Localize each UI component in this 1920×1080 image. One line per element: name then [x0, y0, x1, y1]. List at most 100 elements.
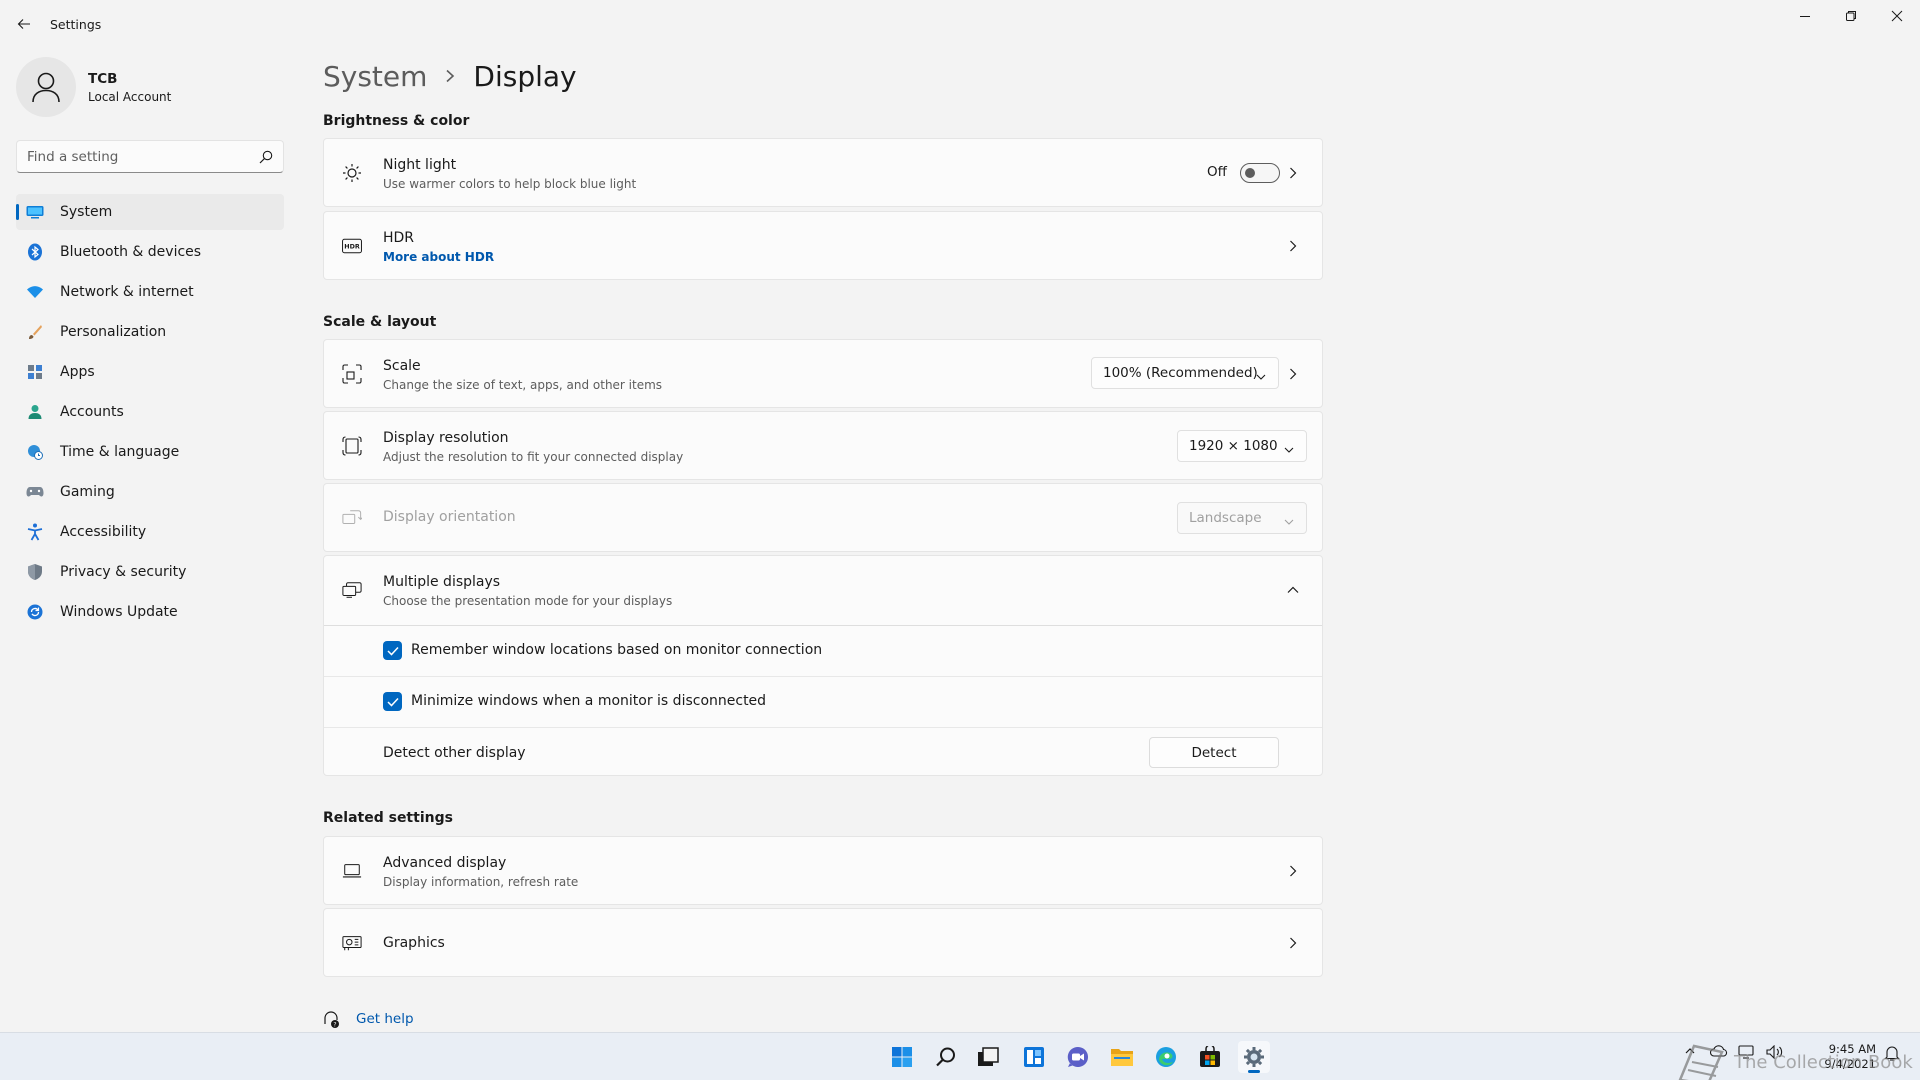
sidebar-item-label: Gaming [60, 484, 115, 500]
laptop-icon [342, 861, 362, 881]
brush-icon [26, 323, 44, 341]
chevron-right-icon[interactable] [1286, 239, 1300, 253]
remember-locations-row: Remember window locations based on monit… [324, 626, 1322, 676]
brightness-icon [342, 163, 362, 183]
edge-icon[interactable] [1150, 1041, 1182, 1073]
sidebar-item-windows-update[interactable]: Windows Update [16, 594, 284, 630]
user-profile[interactable]: TCB Local Account [16, 57, 286, 121]
sidebar-nav: System Bluetooth & devices Network & int… [16, 194, 284, 634]
sidebar-item-accounts[interactable]: Accounts [16, 394, 284, 430]
back-arrow-icon [17, 19, 30, 29]
resolution-title: Display resolution [383, 430, 509, 446]
sidebar-item-privacy[interactable]: Privacy & security [16, 554, 284, 590]
sidebar-item-label: Accounts [60, 404, 124, 420]
restore-button[interactable] [1828, 0, 1874, 32]
orientation-card: Display orientation Landscape [323, 483, 1323, 552]
taskbar: 9:45 AM 9/4/2021 [0, 1032, 1920, 1080]
start-icon[interactable] [886, 1041, 918, 1073]
orientation-title: Display orientation [383, 509, 516, 525]
chevron-down-icon [1284, 442, 1294, 458]
scale-dropdown[interactable]: 100% (Recommended) [1091, 357, 1279, 389]
search-icon[interactable] [259, 149, 273, 168]
svg-text:HDR: HDR [344, 244, 360, 251]
chevron-right-icon[interactable] [1286, 367, 1300, 381]
scale-icon [342, 364, 362, 384]
sidebar-item-label: System [60, 204, 113, 220]
sidebar-item-personalization[interactable]: Personalization [16, 314, 284, 350]
search-input[interactable] [27, 147, 247, 167]
advanced-display-subtitle: Display information, refresh rate [383, 875, 579, 889]
remember-locations-checkbox[interactable] [383, 641, 402, 660]
apps-icon [26, 363, 44, 381]
resolution-icon [342, 436, 362, 456]
section-heading-scale-layout: Scale & layout [323, 314, 437, 330]
minimize-windows-checkbox[interactable] [383, 692, 402, 711]
graphics-card[interactable]: Graphics [323, 908, 1323, 977]
profile-name: TCB [88, 71, 118, 87]
file-explorer-icon[interactable] [1106, 1041, 1138, 1073]
active-app-indicator [1248, 1070, 1260, 1073]
orientation-dropdown[interactable]: Landscape [1177, 502, 1307, 534]
hdr-title: HDR [383, 230, 415, 246]
night-light-toggle[interactable] [1240, 163, 1280, 183]
minimize-windows-row: Minimize windows when a monitor is disco… [324, 677, 1322, 727]
sidebar-item-time-language[interactable]: Time & language [16, 434, 284, 470]
multiple-displays-subtitle: Choose the presentation mode for your di… [383, 594, 673, 608]
chevron-down-icon [1284, 514, 1294, 530]
sidebar-item-label: Bluetooth & devices [60, 244, 202, 260]
watermark-text: The Collection Book [1734, 1052, 1913, 1073]
scale-subtitle: Change the size of text, apps, and other… [383, 378, 663, 392]
person-avatar-icon [32, 72, 60, 103]
hdr-more-link[interactable]: More about HDR [383, 250, 494, 264]
multiple-displays-icon [342, 580, 362, 600]
sidebar-item-network[interactable]: Network & internet [16, 274, 284, 310]
chevron-right-icon[interactable] [1286, 936, 1300, 950]
search-box[interactable] [16, 140, 284, 173]
person-icon [26, 403, 44, 421]
resolution-subtitle: Adjust the resolution to fit your connec… [383, 450, 684, 464]
night-light-card[interactable]: Night light Use warmer colors to help bl… [323, 138, 1323, 207]
chevron-right-icon[interactable] [1286, 166, 1300, 180]
sidebar-item-gaming[interactable]: Gaming [16, 474, 284, 510]
task-view-icon[interactable] [972, 1041, 1004, 1073]
close-button[interactable] [1874, 0, 1920, 32]
minimize-button[interactable] [1782, 0, 1828, 32]
minimize-icon [1800, 16, 1810, 17]
get-help-link[interactable]: Get help [356, 1011, 414, 1027]
chat-icon[interactable] [1062, 1041, 1094, 1073]
multiple-displays-header[interactable]: Multiple displays Choose the presentatio… [324, 556, 1322, 625]
back-button[interactable] [12, 12, 36, 36]
chevron-down-icon [1256, 369, 1266, 385]
detect-display-label: Detect other display [383, 745, 526, 761]
breadcrumb-parent[interactable]: System [323, 60, 427, 93]
breadcrumb: System Display [323, 56, 577, 96]
avatar [16, 57, 76, 117]
sidebar-item-apps[interactable]: Apps [16, 354, 284, 390]
hdr-card[interactable]: HDR HDR More about HDR [323, 211, 1323, 280]
minimize-windows-label: Minimize windows when a monitor is disco… [411, 693, 767, 709]
accessibility-icon [26, 523, 44, 541]
search-icon[interactable] [930, 1041, 962, 1073]
globe-clock-icon [26, 443, 44, 461]
detect-button[interactable]: Detect [1149, 737, 1279, 768]
checkmark-icon [386, 646, 399, 656]
graphics-card-icon [342, 933, 362, 953]
sidebar-item-system[interactable]: System [16, 194, 284, 230]
chevron-right-icon[interactable] [1286, 864, 1300, 878]
settings-icon[interactable] [1238, 1041, 1270, 1073]
checkmark-icon [386, 697, 399, 707]
close-icon [1891, 10, 1903, 22]
widgets-icon[interactable] [1018, 1041, 1050, 1073]
advanced-display-card[interactable]: Advanced display Display information, re… [323, 836, 1323, 905]
book-logo-icon [1674, 1040, 1726, 1080]
bluetooth-icon [26, 243, 44, 261]
scale-title: Scale [383, 358, 421, 374]
chevron-up-icon[interactable] [1286, 583, 1300, 597]
resolution-dropdown[interactable]: 1920 × 1080 [1177, 430, 1307, 462]
orientation-dropdown-value: Landscape [1189, 510, 1262, 526]
store-icon[interactable] [1194, 1041, 1226, 1073]
scale-card[interactable]: Scale Change the size of text, apps, and… [323, 339, 1323, 408]
restore-icon [1846, 11, 1856, 21]
sidebar-item-accessibility[interactable]: Accessibility [16, 514, 284, 550]
sidebar-item-bluetooth[interactable]: Bluetooth & devices [16, 234, 284, 270]
